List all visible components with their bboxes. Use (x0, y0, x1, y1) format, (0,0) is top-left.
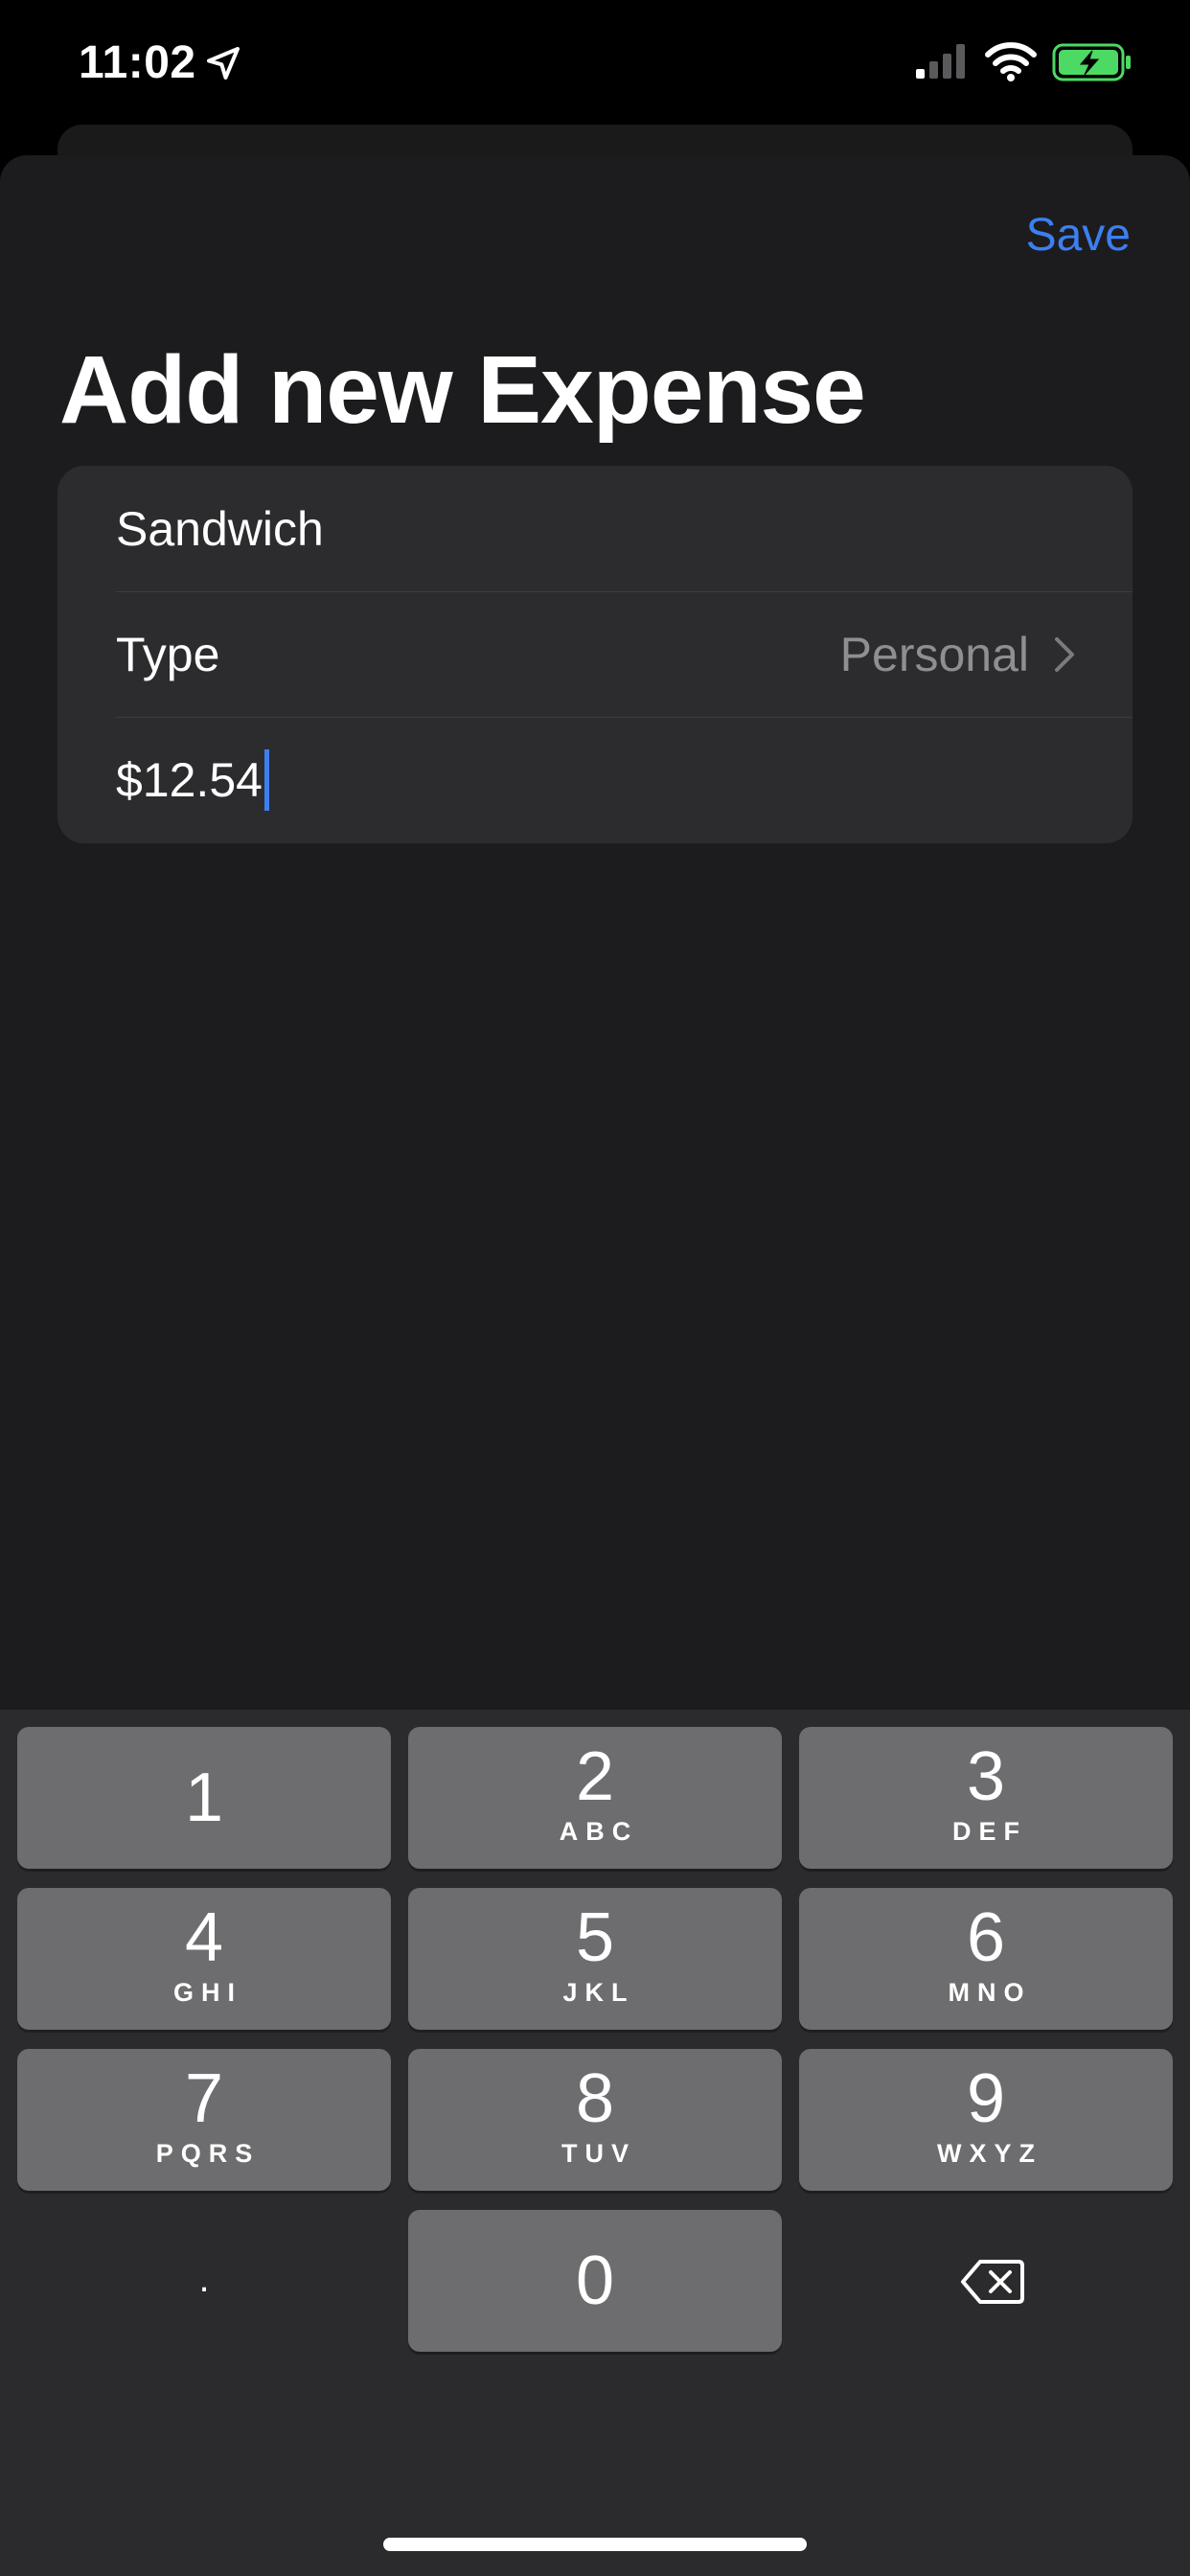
key-digit: 1 (184, 1760, 224, 1836)
key-1[interactable]: 1 (17, 1727, 391, 1869)
key-digit: 7 (184, 2060, 224, 2137)
key-digit: 9 (966, 2060, 1006, 2137)
key-7[interactable]: 7 PQRS (17, 2049, 391, 2191)
key-digit: 4 (184, 1899, 224, 1976)
name-field[interactable]: Sandwich (57, 466, 1133, 591)
name-field-value: Sandwich (116, 501, 324, 556)
key-digit: . (198, 2258, 210, 2300)
cellular-signal-icon (916, 44, 965, 79)
key-3[interactable]: 3 DEF (799, 1727, 1173, 1869)
key-digit: 2 (575, 1738, 615, 1815)
key-digit: 3 (966, 1738, 1006, 1815)
key-2[interactable]: 2 ABC (408, 1727, 782, 1869)
key-5[interactable]: 5 JKL (408, 1888, 782, 2030)
key-0[interactable]: 0 (408, 2210, 782, 2352)
key-digit: 0 (575, 2242, 615, 2319)
key-letters: JKL (562, 1978, 635, 2007)
home-indicator[interactable] (383, 2538, 807, 2551)
type-picker-row[interactable]: Type Personal (57, 591, 1133, 717)
key-4[interactable]: 4 GHI (17, 1888, 391, 2030)
key-letters: TUV (561, 2139, 636, 2168)
key-6[interactable]: 6 MNO (799, 1888, 1173, 2030)
battery-charging-icon (1052, 43, 1131, 81)
backspace-icon (961, 2260, 1024, 2304)
amount-field[interactable]: $12.54 (57, 717, 1133, 842)
key-letters: PQRS (155, 2139, 261, 2168)
backspace-key[interactable] (799, 2210, 1173, 2352)
key-digit: 8 (575, 2060, 615, 2137)
text-cursor (263, 748, 269, 811)
location-arrow-icon (207, 47, 240, 80)
type-value: Personal (839, 627, 1029, 681)
key-9[interactable]: 9 WXYZ (799, 2049, 1173, 2191)
key-letters: ABC (559, 1817, 639, 1846)
type-label: Type (116, 627, 220, 681)
key-letters: DEF (952, 1817, 1027, 1846)
key-digit: 6 (966, 1899, 1006, 1976)
screen: 11:02 Save Add new Expense Sandwich Type… (0, 0, 1190, 2576)
key-decimal[interactable]: . (17, 2210, 391, 2352)
key-8[interactable]: 8 TUV (408, 2049, 782, 2191)
status-time: 11:02 (79, 37, 196, 88)
save-button[interactable]: Save (1026, 209, 1131, 262)
wifi-icon (985, 42, 1037, 81)
chevron-right-icon (1055, 636, 1074, 672)
key-letters: GHI (172, 1978, 242, 2007)
amount-value: $12.54 (116, 752, 263, 807)
amount-input: $12.54 (116, 748, 269, 811)
page-title: Add new Expense (59, 336, 866, 444)
key-letters: MNO (948, 1978, 1032, 2007)
status-bar: 11:02 (0, 0, 1190, 126)
expense-form: Sandwich Type Personal $12.54 (57, 466, 1133, 843)
key-letters: WXYZ (937, 2139, 1042, 2168)
key-digit: 5 (575, 1899, 615, 1976)
numeric-keypad: 1 2 ABC 3 DEF 4 GHI 5 JKL 6 MNO 7 PQRS 8… (0, 1710, 1190, 2576)
